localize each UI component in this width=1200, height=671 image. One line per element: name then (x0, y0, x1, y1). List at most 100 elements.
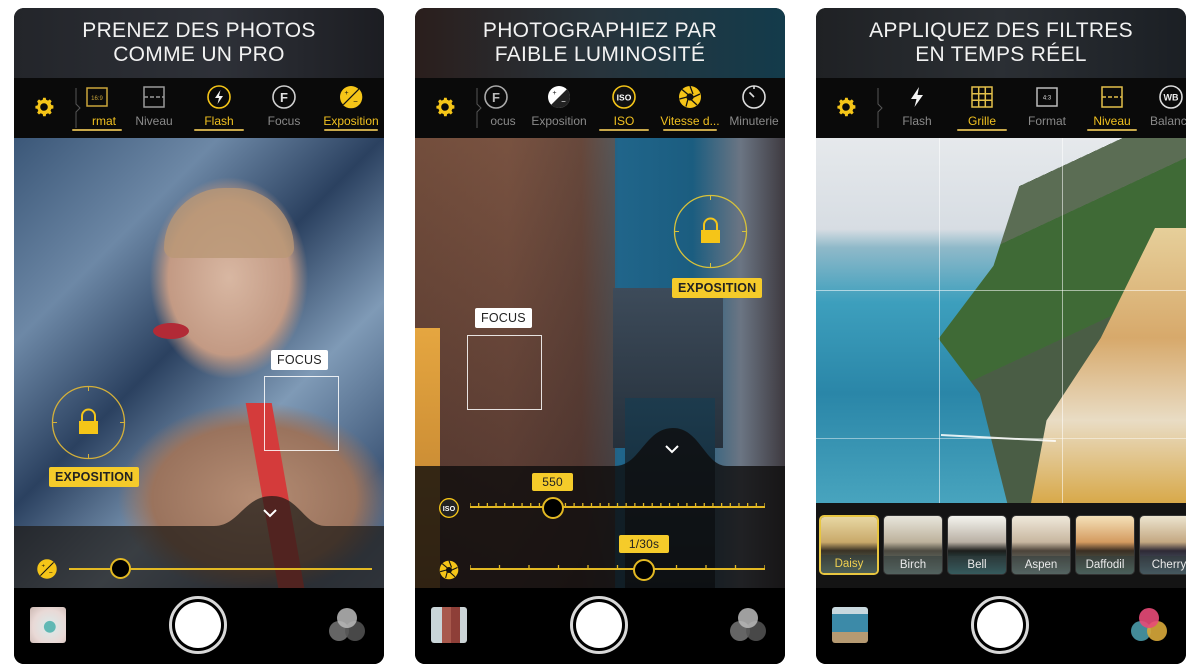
shutter-speed-slider[interactable]: 1/30s (415, 535, 785, 585)
slider-track (470, 565, 765, 570)
filter-bell[interactable]: Bell (947, 515, 1007, 575)
photo-lips (153, 323, 189, 339)
flash-icon (911, 87, 923, 107)
tool-level[interactable]: Niveau (1081, 84, 1143, 128)
gallery-thumbnail[interactable] (30, 607, 66, 643)
shutter-button[interactable] (570, 596, 628, 654)
tool-flash[interactable]: Flash (188, 84, 250, 128)
filter-label: Aspen (1012, 556, 1070, 574)
svg-text:+: + (41, 563, 45, 569)
filters-icon[interactable] (326, 605, 368, 645)
gear-icon[interactable] (834, 95, 858, 119)
tool-format[interactable]: 16:9 rmat (66, 84, 128, 128)
filter-label: Cherry (1140, 556, 1186, 574)
filter-aspen[interactable]: Aspen (1011, 515, 1071, 575)
timer-icon (742, 85, 766, 109)
slider-thumb[interactable] (541, 497, 564, 519)
filter-label: Bell (948, 556, 1006, 574)
svg-text:+: + (552, 90, 556, 97)
shutter-button[interactable] (971, 596, 1029, 654)
slider-thumb[interactable] (633, 559, 656, 581)
svg-text:F: F (492, 90, 500, 105)
tool-level[interactable]: Niveau (123, 84, 185, 128)
screenshot-panel-filters: APPLIQUEZ DES FILTRES EN TEMPS RÉEL Flas… (816, 8, 1186, 664)
aspect-4-3-icon: 4:3 (1036, 87, 1058, 107)
focus-f-icon: F (272, 85, 296, 109)
camera-toolbar: Flash Grille 4:3 Format Niveau WB Balanc (816, 78, 1186, 138)
filters-icon[interactable] (1128, 605, 1170, 645)
svg-text:−: − (353, 97, 358, 106)
aperture-icon (439, 560, 459, 580)
tool-label: ISO (593, 114, 655, 128)
filter-birch[interactable]: Birch (883, 515, 943, 575)
exposure-icon: + − (37, 559, 57, 579)
tool-label: Exposition (318, 114, 384, 128)
flash-icon (207, 85, 231, 109)
gallery-thumbnail[interactable] (431, 607, 467, 643)
exposure-icon: + − (340, 86, 363, 109)
camera-viewfinder[interactable]: FOCUS EXPOSITION 550 ISO 1/30s (415, 138, 785, 588)
svg-text:−: − (49, 570, 53, 577)
exposure-lock-ring[interactable] (673, 194, 748, 269)
toolbar-divider (876, 88, 884, 128)
headline-line-2: COMME UN PRO (113, 43, 285, 66)
focus-label: FOCUS (271, 350, 328, 370)
grid-line (816, 290, 1186, 291)
headline-line-1: APPLIQUEZ DES FILTRES (869, 19, 1133, 42)
gallery-thumbnail[interactable] (832, 607, 868, 643)
tool-shutter-speed[interactable]: Vitesse d... (657, 84, 723, 128)
svg-text:4:3: 4:3 (1043, 96, 1052, 102)
camera-bottom-bar (816, 588, 1186, 664)
exposure-slider[interactable]: + − (14, 553, 384, 583)
filters-icon[interactable] (727, 605, 769, 645)
exposure-label: EXPOSITION (672, 278, 763, 298)
tool-label: Flash (902, 114, 932, 128)
tool-label: Balanc (1150, 114, 1186, 128)
tool-label: Exposition (531, 114, 587, 128)
tool-white-balance[interactable]: WB Balanc (1146, 84, 1186, 128)
filter-label: Birch (884, 556, 942, 574)
tool-label: rmat (66, 114, 128, 128)
filter-daisy[interactable]: Daisy (819, 515, 879, 575)
gear-icon[interactable] (32, 95, 56, 119)
tool-label: Focus (267, 114, 301, 128)
headline-line-1: PRENEZ DES PHOTOS (82, 19, 316, 42)
filter-label: Daisy (821, 555, 877, 573)
focus-box[interactable] (467, 335, 542, 410)
tool-label: Niveau (1081, 114, 1143, 128)
tool-focus[interactable]: F ocus (465, 84, 527, 128)
panel-headline: APPLIQUEZ DES FILTRES EN TEMPS RÉEL (816, 8, 1186, 78)
camera-toolbar: F ocus + − Exposition ISO ISO Vitesse d.… (415, 78, 785, 138)
svg-text:ISO: ISO (617, 93, 632, 103)
svg-text:−: − (561, 97, 566, 106)
shutter-speed-value-label: 1/30s (618, 535, 670, 553)
camera-viewfinder[interactable]: FOCUS EXPOSITION + − (14, 138, 384, 588)
panel-headline: PHOTOGRAPHIEZ PAR FAIBLE LUMINOSITÉ (415, 8, 785, 78)
tool-grid[interactable]: Grille (951, 84, 1013, 128)
tool-label: Format (1027, 114, 1066, 128)
level-icon (143, 86, 165, 108)
tool-flash[interactable]: Flash (886, 84, 948, 128)
tool-exposure[interactable]: + − Exposition (527, 84, 591, 128)
exposure-lock-ring[interactable] (51, 385, 126, 460)
grid-line (1062, 138, 1063, 503)
tool-timer[interactable]: Minuterie (723, 84, 785, 128)
filter-cherry[interactable]: Cherry (1139, 515, 1186, 575)
focus-box[interactable] (264, 376, 339, 451)
headline-line-2: EN TEMPS RÉEL (915, 43, 1087, 66)
filter-daffodil[interactable]: Daffodil (1075, 515, 1135, 575)
slider-thumb[interactable] (110, 558, 131, 579)
gear-icon[interactable] (433, 95, 457, 119)
camera-viewfinder[interactable] (816, 138, 1186, 503)
focus-label: FOCUS (475, 308, 532, 328)
tool-iso[interactable]: ISO ISO (593, 84, 655, 128)
iso-slider[interactable]: 550 ISO (415, 473, 785, 523)
shutter-button[interactable] (169, 596, 227, 654)
tool-focus[interactable]: F Focus (253, 84, 315, 128)
svg-text:ISO: ISO (443, 504, 456, 513)
tool-exposure[interactable]: + − Exposition (318, 84, 384, 128)
iso-icon: ISO (612, 85, 636, 109)
filter-label: Daffodil (1076, 556, 1134, 574)
tool-format[interactable]: 4:3 Format (1016, 84, 1078, 128)
exposure-icon: + − (548, 86, 571, 109)
